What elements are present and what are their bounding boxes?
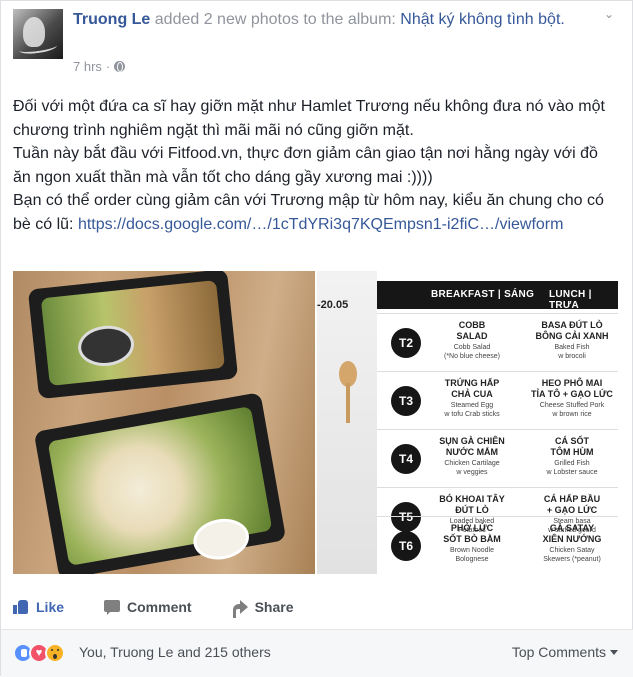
dish-en: Chicken Cartilage w veggies xyxy=(444,460,500,476)
dish-vi: CÁ HẤP BẦU + GẠO LỨC xyxy=(543,494,601,515)
post-actions: Like Comment Share xyxy=(13,592,618,622)
comment-bubble-icon xyxy=(104,599,121,615)
post-card: ⌄ Truong Le added 2 new photos to the al… xyxy=(0,0,633,677)
post-text-line: Bạn có thể order cùng giảm cân với Trươn… xyxy=(13,189,618,236)
lunch-cell: HEO PHÔ MAI TỈA TÔ + GẠO LỨC Cheese Stuff… xyxy=(529,378,615,419)
action-text: added 2 new photos to the album: xyxy=(150,11,401,28)
lunch-cell: BASA ĐÚT LÒ BÔNG CẢI XANH Baked Fish w br… xyxy=(529,320,615,361)
dish-vi: TRỨNG HẤP CHẢ CUA xyxy=(444,378,500,399)
day-badge: T6 xyxy=(391,531,421,561)
author-name-link[interactable]: Truong Le xyxy=(73,11,150,28)
share-button[interactable]: Share xyxy=(232,592,294,622)
header-breakfast: BREAKFAST | SÁNG xyxy=(431,289,535,300)
day-badge: T3 xyxy=(391,386,421,416)
comment-button[interactable]: Comment xyxy=(104,592,192,622)
reactions-bar: You, Truong Le and 215 others Top Commen… xyxy=(1,630,633,677)
comment-label: Comment xyxy=(127,599,192,615)
dish-vi: PHỞ LỨC SỐT BÒ BẰM xyxy=(443,523,501,544)
dish-en: Chicken Satay Skewers (*peanut) xyxy=(543,547,601,563)
post-headline: Truong Le added 2 new photos to the albu… xyxy=(73,9,603,31)
post-text-line: Đối với một đứa ca sĩ hay giỡn mặt như H… xyxy=(13,98,605,139)
post-text-line: Tuần này bắt đầu với Fitfood.vn, thực đơ… xyxy=(13,145,598,186)
day-badge: T4 xyxy=(391,444,421,474)
dish-vi: BÓ KHOAI TÂY ĐÚT LÒ xyxy=(439,494,505,515)
menu-side-panel: -20.05 xyxy=(317,271,377,574)
share-label: Share xyxy=(254,599,294,615)
lunch-cell: CÁ SỐT TÔM HÙM Grilled Fish w Lobster sau… xyxy=(529,436,615,477)
day-badge: T2 xyxy=(391,328,421,358)
like-button[interactable]: Like xyxy=(13,592,64,622)
dish-en: Brown Noodle Bolognese xyxy=(450,547,494,563)
menu-row: T2 COBB SALAD Cobb Salad (*No blue cheese… xyxy=(377,313,618,371)
reaction-icons[interactable] xyxy=(13,643,65,663)
thumbs-up-icon xyxy=(13,599,29,615)
spoon-icon xyxy=(339,361,357,423)
form-link[interactable]: https://docs.google.com/…/1cTdYRi3q7KQEm… xyxy=(78,216,564,233)
album-link[interactable]: Nhật ký không tình bột. xyxy=(400,11,565,28)
avatar[interactable] xyxy=(13,9,63,59)
dish-en: Grilled Fish w Lobster sauce xyxy=(546,460,598,476)
dish-vi: BASA ĐÚT LÒ BÔNG CẢI XANH xyxy=(535,320,609,341)
menu-row: T4 SỤN GÀ CHIÊN NƯỚC MẮM Chicken Cartilag… xyxy=(377,429,618,487)
timestamp-link[interactable]: 7 hrs xyxy=(73,59,102,74)
top-comments-dropdown[interactable]: Top Comments xyxy=(512,644,618,660)
dish-en: Steamed Egg w tofu Crab sticks xyxy=(444,402,500,418)
dish-en: Cheese Stuffed Pork w brown rice xyxy=(539,402,605,418)
dish-en: Cobb Salad (*No blue cheese) xyxy=(443,344,501,360)
menu-header: BREAKFAST | SÁNG LUNCH | TRƯA xyxy=(377,281,618,311)
reactions-count-link[interactable]: You, Truong Le and 215 others xyxy=(79,644,271,660)
menu-row: T3 TRỨNG HẤP CHẢ CUA Steamed Egg w tofu C… xyxy=(377,371,618,429)
share-arrow-icon xyxy=(232,599,248,618)
dish-vi: COBB SALAD xyxy=(456,320,488,341)
menu-photo[interactable]: -20.05 BREAKFAST | SÁNG LUNCH | TRƯA T2 … xyxy=(317,271,618,574)
menu-row: T6 PHỞ LỨC SỐT BÒ BẰM Brown Noodle Bologn… xyxy=(377,516,618,574)
meal-box-bottom xyxy=(33,392,287,574)
breakfast-cell: TRỨNG HẤP CHẢ CUA Steamed Egg w tofu Crab… xyxy=(429,378,515,419)
dish-vi: SỤN GÀ CHIÊN NƯỚC MẮM xyxy=(439,436,505,457)
wow-reaction-icon xyxy=(45,643,65,663)
meal-box-top xyxy=(27,271,239,400)
caret-down-icon xyxy=(610,649,618,655)
dish-vi: GÀ SATAY XIÊN NƯỚNG xyxy=(542,523,602,544)
food-contents xyxy=(40,280,226,386)
lunch-cell: GÀ SATAY XIÊN NƯỚNG Chicken Satay Skewers… xyxy=(529,523,615,564)
like-label: Like xyxy=(36,599,65,615)
breakfast-cell: SỤN GÀ CHIÊN NƯỚC MẮM Chicken Cartilage w… xyxy=(429,436,515,477)
top-comments-label: Top Comments xyxy=(511,644,606,660)
dish-vi: HEO PHÔ MAI TỈA TÔ + GẠO LỨC xyxy=(531,378,613,399)
dish-en: Baked Fish w brocoli xyxy=(554,344,590,360)
breakfast-cell: COBB SALAD Cobb Salad (*No blue cheese) xyxy=(429,320,515,361)
header-lunch: LUNCH | TRƯA xyxy=(549,289,592,311)
meta-separator: · xyxy=(105,59,111,74)
post-meta: 7 hrs · xyxy=(73,59,126,74)
dish-vi: CÁ SỐT TÔM HÙM xyxy=(550,436,594,457)
post-text: Đối với một đứa ca sĩ hay giỡn mặt như H… xyxy=(13,95,618,236)
menu-date: -20.05 xyxy=(317,299,349,311)
globe-icon[interactable] xyxy=(114,61,126,72)
breakfast-cell: PHỞ LỨC SỐT BÒ BẰM Brown Noodle Bolognese xyxy=(429,523,515,564)
food-photo[interactable] xyxy=(13,271,315,574)
